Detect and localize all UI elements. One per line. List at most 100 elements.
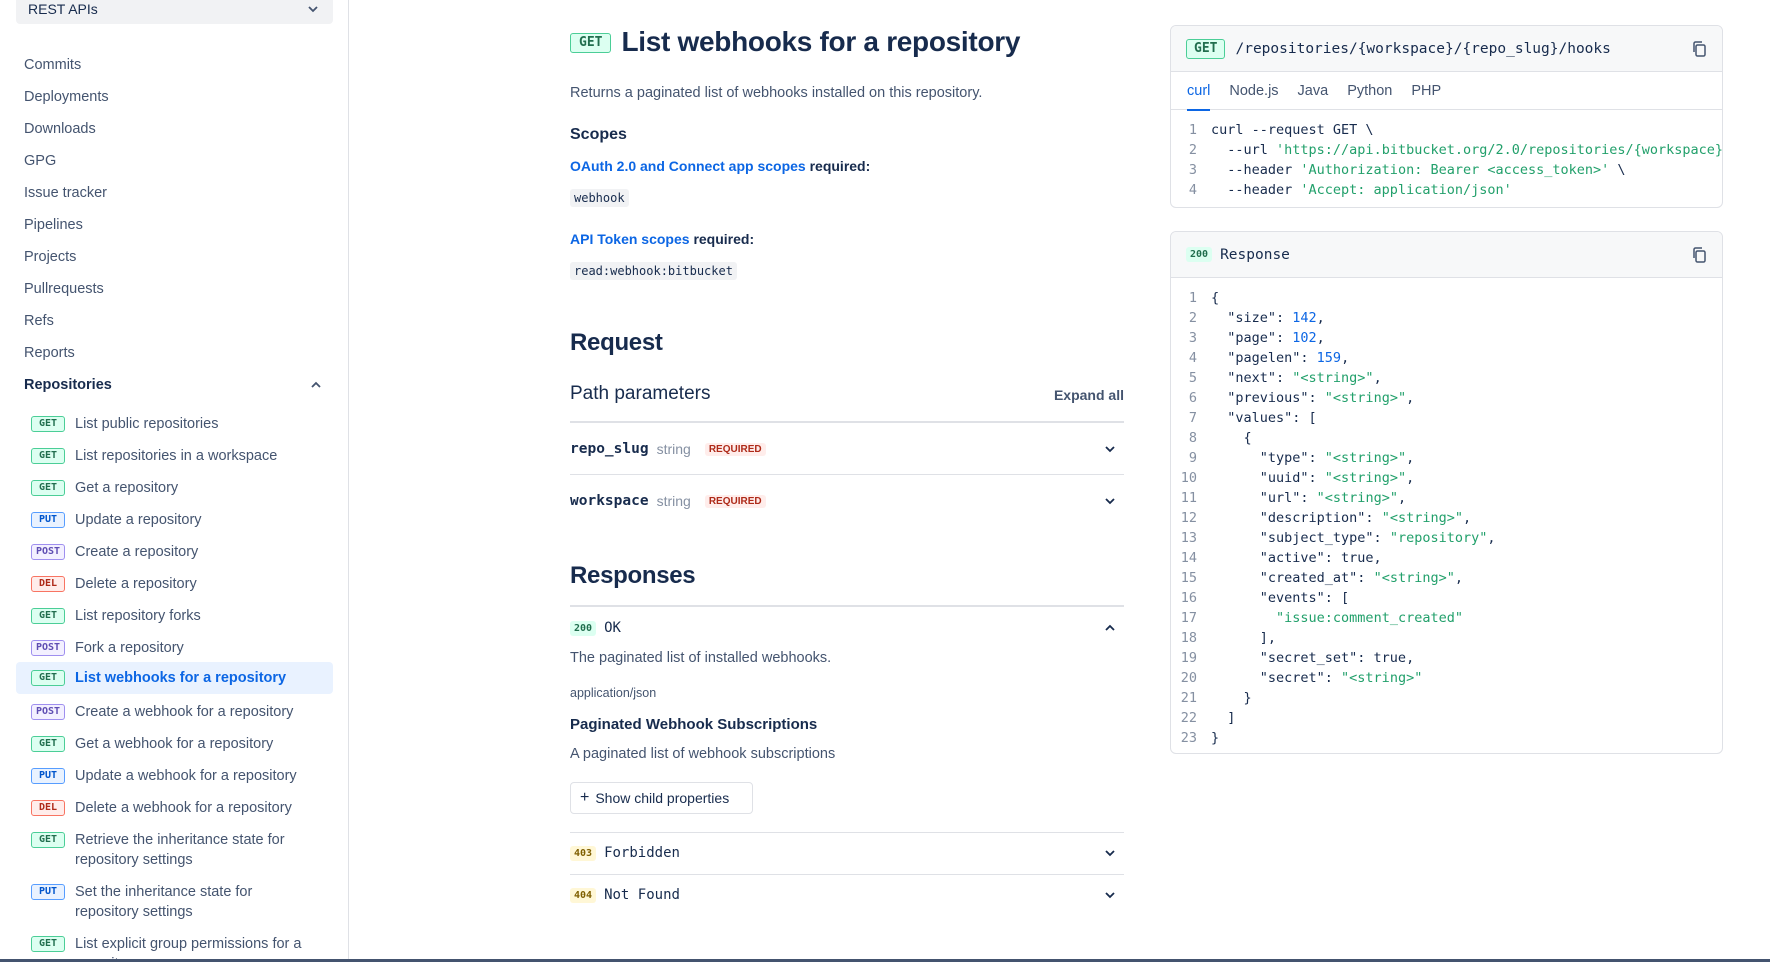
api-select-dropdown[interactable]: REST APIs [16, 0, 333, 24]
sidebar-op-list-repositories-in-workspace[interactable]: GET List repositories in a workspace [16, 442, 333, 470]
sidebar-category-pullrequests[interactable]: Pullrequests [24, 277, 104, 301]
sidebar-op-label: Get a repository [75, 480, 179, 496]
method-badge: PUT [31, 768, 65, 784]
path-param-row-workspace[interactable]: workspace string REQUIRED [570, 481, 1124, 521]
sidebar-op-fork-repository[interactable]: POST Fork a repository [16, 634, 333, 662]
code-token: 159 [1316, 350, 1342, 366]
code-line: 14 "active": true, [1171, 548, 1722, 568]
sidebar-op-update-repository[interactable]: PUT Update a repository [16, 506, 333, 534]
response-title: Response [1220, 246, 1290, 263]
divider [570, 421, 1124, 423]
sidebar-op-delete-repository[interactable]: DEL Delete a repository [16, 570, 333, 598]
line-number: 4 [1188, 182, 1197, 198]
code-token: "<string>" [1292, 370, 1374, 386]
token-scope-chip: read:webhook:bitbucket [570, 262, 737, 280]
sidebar-category-issue-tracker[interactable]: Issue tracker [24, 181, 107, 205]
line-number: 8 [1188, 430, 1197, 446]
sidebar-category-projects[interactable]: Projects [24, 245, 76, 269]
sidebar-op-list-webhooks[interactable]: GET List webhooks for a repository [16, 662, 333, 694]
content-type: application/json [570, 686, 657, 700]
sidebar-category-downloads[interactable]: Downloads [24, 117, 96, 141]
code-token: "<string>" [1324, 390, 1407, 406]
sidebar-category-pipelines[interactable]: Pipelines [24, 213, 83, 237]
tab-python[interactable]: Python [1347, 72, 1392, 110]
response-row-200[interactable]: 200 OK [570, 612, 1124, 644]
sidebar-op-create-webhook[interactable]: POST Create a webhook for a repository [16, 698, 333, 726]
method-badge: POST [31, 640, 65, 656]
sidebar-op-delete-webhook[interactable]: DEL Delete a webhook for a repository [16, 794, 333, 822]
oauth-scopes-link[interactable]: OAuth 2.0 and Connect app scopes [570, 158, 806, 174]
code-token: "values": [ [1211, 410, 1317, 426]
tab-php[interactable]: PHP [1411, 72, 1441, 110]
code-token: "events": [ [1211, 590, 1350, 606]
code-line: 10 "uuid": "<string>", [1171, 468, 1722, 488]
code-text: "url": "<string>", [1211, 488, 1406, 508]
code-text: "next": "<string>", [1211, 368, 1381, 388]
required-suffix: required: [689, 231, 755, 247]
code-token: { [1211, 430, 1252, 446]
sidebar-category-refs[interactable]: Refs [24, 309, 54, 333]
sidebar-category-repositories[interactable]: Repositories [24, 373, 324, 397]
sidebar-op-set-inheritance-state[interactable]: PUT Set the inheritance state for reposi… [16, 878, 333, 926]
param-type: string [656, 493, 691, 509]
code-token: "size": [1211, 310, 1293, 326]
expand-all-button[interactable]: Expand all [1054, 387, 1124, 403]
code-text: "previous": "<string>", [1211, 388, 1414, 408]
sidebar-category-commits[interactable]: Commits [24, 53, 81, 77]
code-line: 18 ], [1171, 628, 1722, 648]
code-text: ] [1211, 708, 1235, 728]
response-row-404[interactable]: 404 Not Found [570, 879, 1124, 911]
sidebar-nav: REST APIs Commits Deployments Downloads … [0, 0, 349, 962]
code-token: --url [1211, 142, 1277, 158]
page-title: List webhooks for a repository [621, 26, 1021, 57]
method-badge: GET [31, 480, 65, 496]
code-text: "values": [ [1211, 408, 1317, 428]
code-line: 12 "description": "<string>", [1171, 508, 1722, 528]
code-token: "<string>" [1341, 670, 1423, 686]
code-line: 6 "previous": "<string>", [1171, 388, 1722, 408]
sidebar-op-update-webhook[interactable]: PUT Update a webhook for a repository [16, 762, 333, 790]
sidebar-op-list-repository-forks[interactable]: GET List repository forks [16, 602, 333, 630]
sidebar-category-deployments[interactable]: Deployments [24, 85, 109, 109]
sidebar-op-list-group-permissions[interactable]: GET List explicit group permissions for … [16, 930, 333, 962]
sidebar-category-reports[interactable]: Reports [24, 341, 75, 365]
show-child-properties-button[interactable]: + Show child properties [570, 782, 753, 814]
sidebar-category-gpg[interactable]: GPG [24, 149, 56, 173]
line-number: 3 [1188, 330, 1197, 346]
code-text: "uuid": "<string>", [1211, 468, 1414, 488]
tab-curl[interactable]: curl [1187, 72, 1211, 111]
sidebar-op-get-webhook[interactable]: GET Get a webhook for a repository [16, 730, 333, 758]
line-number: 21 [1180, 690, 1197, 706]
divider [570, 874, 1124, 875]
chevron-down-icon [305, 1, 321, 17]
sidebar-op-label: List repositories in a workspace [75, 448, 278, 464]
sidebar-op-label: Fork a repository [75, 640, 184, 656]
sidebar-op-list-public-repositories[interactable]: GET List public repositories [16, 410, 333, 438]
token-scopes-line: API Token scopes required: [570, 231, 754, 247]
tab-java[interactable]: Java [1298, 72, 1329, 110]
method-badge: GET [31, 608, 65, 624]
code-token: \ [1609, 162, 1626, 178]
token-scopes-link[interactable]: API Token scopes [570, 231, 690, 247]
code-token: "secret_set": true, [1211, 650, 1415, 666]
code-token: "<string>" [1373, 570, 1455, 586]
response-description: The paginated list of installed webhooks… [570, 650, 832, 666]
code-token: "url": [1211, 490, 1317, 506]
path-param-row-repo-slug[interactable]: repo_slug string REQUIRED [570, 429, 1124, 469]
line-number: 23 [1180, 730, 1197, 746]
sidebar-op-get-repository[interactable]: GET Get a repository [16, 474, 333, 502]
path-params-heading: Path parameters [570, 383, 711, 404]
sidebar-op-retrieve-inheritance-state[interactable]: GET Retrieve the inheritance state for r… [16, 826, 333, 874]
sidebar-op-create-repository[interactable]: POST Create a repository [16, 538, 333, 566]
show-child-label: Show child properties [595, 790, 730, 806]
code-text: curl --request GET \ [1211, 120, 1374, 140]
copy-icon[interactable] [1690, 39, 1710, 59]
line-number: 6 [1188, 390, 1197, 406]
code-token: "<string>" [1316, 490, 1398, 506]
code-token: , [1406, 470, 1415, 486]
code-token: , [1406, 450, 1415, 466]
request-code-block: 1 curl --request GET \ 2 --url 'https://ap… [1171, 110, 1722, 206]
copy-icon[interactable] [1690, 245, 1710, 265]
response-row-403[interactable]: 403 Forbidden [570, 837, 1124, 869]
tab-nodejs[interactable]: Node.js [1229, 72, 1278, 110]
